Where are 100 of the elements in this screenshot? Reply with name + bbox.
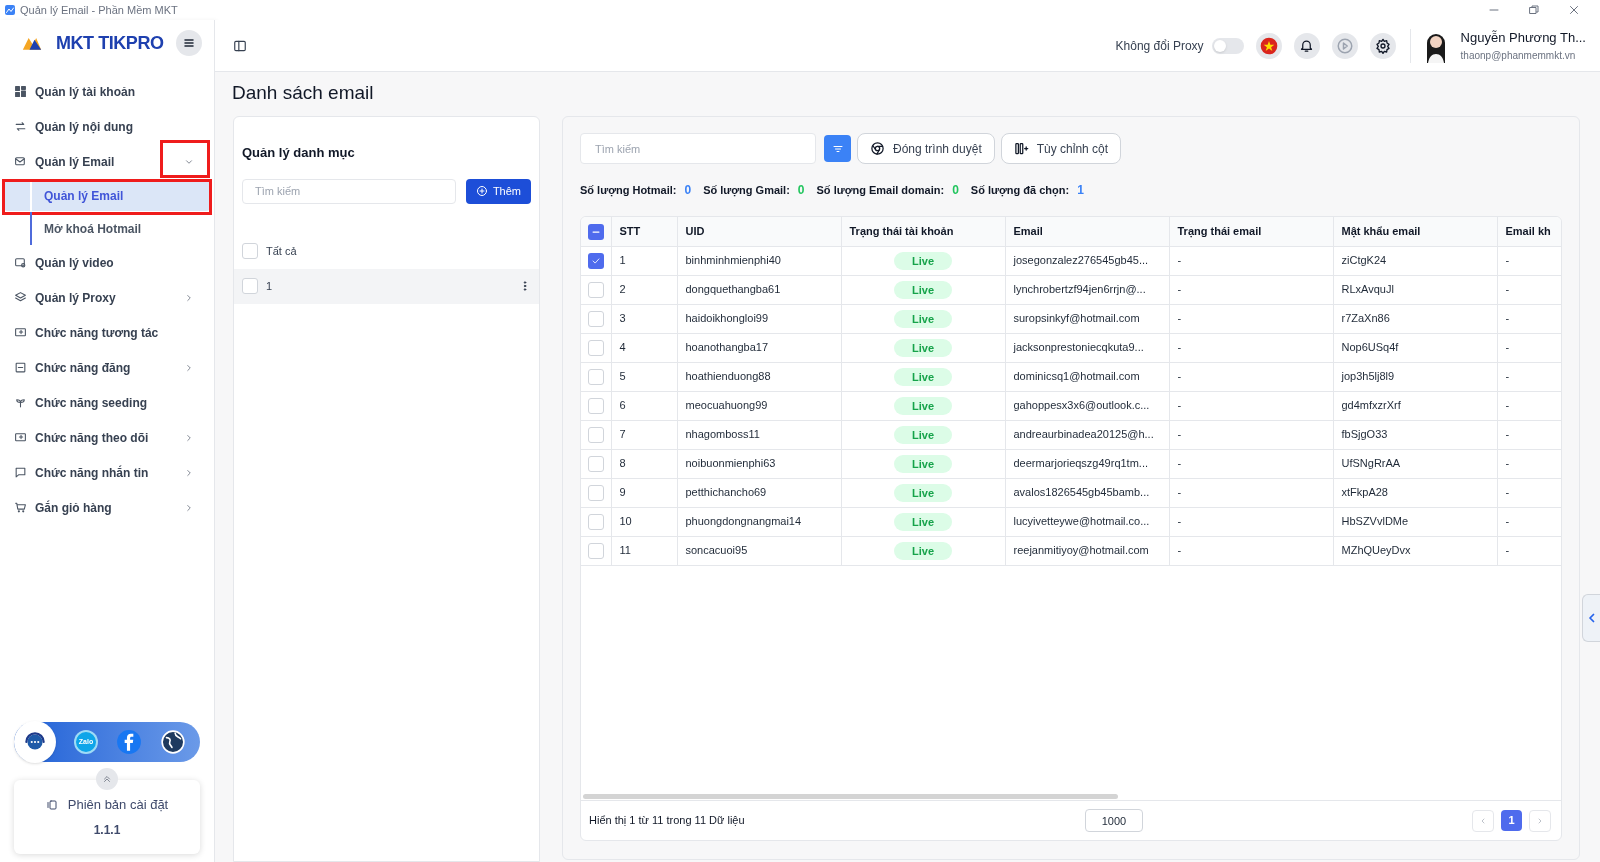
table-cell: noibuonmienphi63	[685, 457, 776, 470]
table-cell: UfSNgRrAA	[1341, 457, 1401, 470]
sidebar-item[interactable]: Quản lý nội dung	[0, 109, 214, 144]
sidebar-item[interactable]: Quản lý Email	[0, 144, 214, 179]
previous-page-button[interactable]	[1472, 809, 1494, 832]
table-cell: -	[1505, 457, 1510, 470]
table-cell: RLxAvquJl	[1341, 283, 1394, 296]
page-button[interactable]: 1	[1501, 810, 1522, 831]
flag-icon	[1258, 35, 1279, 56]
submenu-item[interactable]: Mở khoá Hotmail	[4, 213, 210, 244]
add-button[interactable]: Thêm	[465, 178, 531, 204]
columns-icon	[1013, 141, 1029, 156]
settings-icon	[1374, 37, 1391, 54]
status-badge: Live	[894, 280, 952, 299]
sidebar-item[interactable]: Quản lý tài khoản	[0, 74, 214, 109]
language-button[interactable]	[1255, 32, 1282, 59]
grid-icon	[14, 85, 27, 98]
table-cell: 1	[619, 254, 626, 267]
close-icon[interactable]	[1568, 4, 1580, 16]
table-cell: -	[1177, 283, 1182, 296]
scrollbar[interactable]	[583, 793, 1118, 799]
column-header[interactable]: UID	[677, 217, 841, 246]
table-cell: 7	[619, 428, 626, 441]
page-size-field[interactable]: 1000	[1085, 809, 1143, 832]
globe-icon[interactable]	[160, 729, 186, 755]
checkbox[interactable]	[587, 398, 604, 415]
proxy-label: Không đổi Proxy	[1115, 37, 1204, 55]
table-cell: jop3h5lj8l9	[1341, 370, 1395, 383]
collapse-button[interactable]	[96, 768, 118, 790]
settings-button[interactable]	[1369, 32, 1396, 59]
play-button[interactable]	[1331, 32, 1358, 59]
table-cell: -	[1505, 544, 1510, 557]
checkbox[interactable]	[587, 543, 604, 560]
side-panel-tab[interactable]	[1582, 594, 1600, 642]
search-field[interactable]: Tìm kiếm	[580, 133, 816, 164]
column-header[interactable]: Email kh	[1497, 217, 1561, 246]
status-badge: Live	[894, 483, 952, 502]
checkbox[interactable]	[242, 278, 258, 294]
window-title: Quản lý Email - Phần Mềm MKT	[20, 2, 178, 18]
close-browser-button[interactable]: Đóng trình duyệt	[857, 133, 995, 164]
checkbox[interactable]	[587, 456, 604, 473]
column-header[interactable]: Trạng thái email	[1169, 217, 1333, 246]
checkbox[interactable]	[587, 282, 604, 299]
checkbox[interactable]	[587, 427, 604, 444]
status-badge: Live	[894, 338, 952, 357]
filter-button[interactable]	[824, 135, 851, 162]
checkbox[interactable]	[587, 485, 604, 502]
stat-value: 0	[797, 182, 805, 199]
sidebar-item[interactable]: Chức năng tương tác	[0, 315, 214, 350]
table-cell: -	[1505, 486, 1510, 499]
checkbox[interactable]	[242, 243, 258, 259]
status-badge: Live	[894, 454, 952, 473]
category-item[interactable]: Tất cả	[234, 233, 539, 269]
support-button[interactable]	[14, 721, 56, 763]
sidebar-item[interactable]: Chức năng theo dõi	[0, 420, 214, 455]
notification-button[interactable]	[1293, 32, 1320, 59]
sidebar-item[interactable]: Quản lý Proxy	[0, 280, 214, 315]
table-cell: binhminhmienphi40	[685, 254, 781, 267]
table-cell: -	[1505, 370, 1510, 383]
sidebar-item[interactable]: Chức năng đăng	[0, 350, 214, 385]
search-field[interactable]: Tìm kiếm	[242, 178, 456, 204]
sidebar-item[interactable]: Gắn giỏ hàng	[0, 490, 214, 525]
menu-button[interactable]	[176, 30, 202, 56]
sidebar-item[interactable]: Chức năng nhắn tin	[0, 455, 214, 490]
column-header[interactable]: Mật khẩu email	[1333, 217, 1497, 246]
table-cell: meocuahuong99	[685, 399, 768, 412]
stat-label: Số lượng Email domain:	[816, 182, 945, 199]
category-item[interactable]: 1	[234, 268, 539, 304]
chevron-left-icon	[1479, 816, 1487, 825]
checkbox[interactable]	[587, 311, 604, 328]
select-all-checkbox[interactable]	[587, 223, 604, 240]
table-cell: 11	[619, 544, 631, 557]
version-label: Phiên bản cài đặt	[67, 796, 169, 815]
submenu-item[interactable]: Quản lý Email	[4, 180, 210, 211]
sidebar-item[interactable]: Quản lý video	[0, 245, 214, 280]
sidebar-item[interactable]: Chức năng seeding	[0, 385, 214, 420]
mail-icon	[14, 155, 27, 168]
summary-text: Hiển thị 1 từ 11 trong 11 Dữ liệu	[589, 813, 746, 829]
stat-label: Số lượng đã chọn:	[970, 182, 1070, 199]
checkbox[interactable]	[587, 514, 604, 531]
table-cell: -	[1177, 515, 1182, 528]
customize-columns-button[interactable]: Tùy chỉnh cột	[1000, 133, 1122, 164]
proxy-toggle[interactable]	[1211, 37, 1244, 54]
table-cell: -	[1177, 486, 1182, 499]
table-cell: gahoppesx3x6@outlook.c...	[1013, 399, 1150, 412]
table-cell: -	[1505, 254, 1510, 267]
checkbox[interactable]	[587, 340, 604, 357]
table-cell: reejanmitiyoy@hotmail.com	[1013, 544, 1149, 557]
column-header[interactable]: Trạng thái tài khoản	[841, 217, 1005, 246]
restore-icon[interactable]	[1528, 4, 1540, 16]
table-cell: 2	[619, 283, 626, 296]
next-page-button[interactable]	[1529, 809, 1551, 832]
table-cell: 8	[619, 457, 626, 470]
checkbox[interactable]	[587, 253, 604, 270]
column-header[interactable]: STT	[611, 217, 677, 246]
checkbox[interactable]	[587, 369, 604, 386]
column-header[interactable]: Email	[1005, 217, 1169, 246]
table-cell: ziCtgK24	[1341, 254, 1387, 267]
facebook-icon[interactable]	[116, 729, 142, 755]
sidebar-toggle-icon[interactable]	[233, 38, 247, 53]
